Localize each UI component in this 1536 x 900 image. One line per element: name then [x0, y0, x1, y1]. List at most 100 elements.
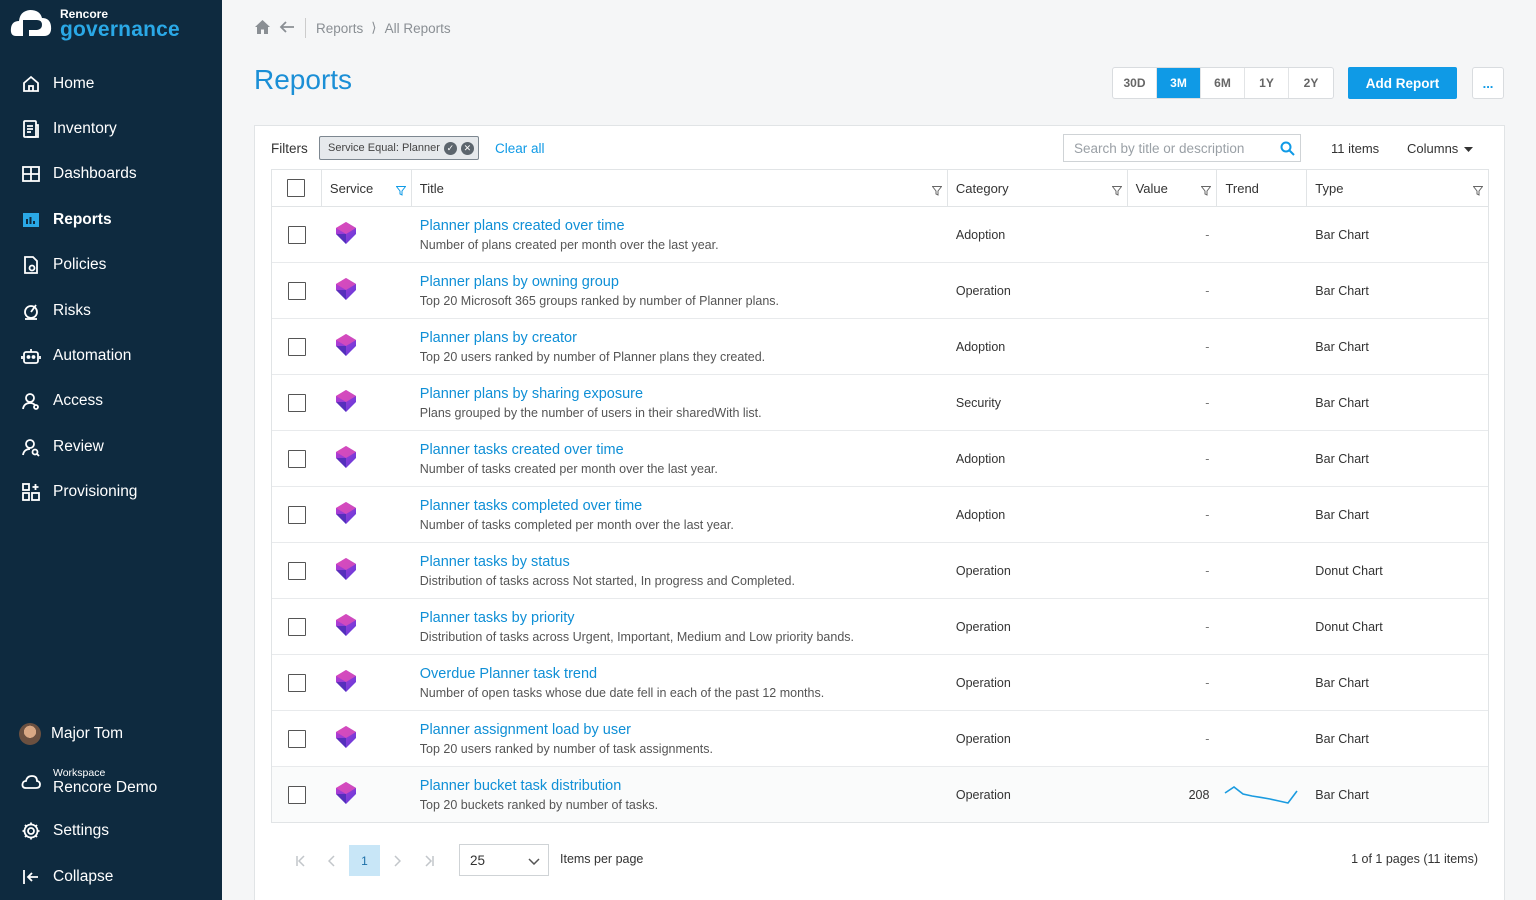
- add-report-button[interactable]: Add Report: [1348, 67, 1457, 99]
- range-30d-button[interactable]: 30D: [1113, 68, 1157, 98]
- row-checkbox[interactable]: [287, 785, 306, 804]
- close-icon[interactable]: ✕: [460, 141, 474, 155]
- table-row[interactable]: Overdue Planner task trend Number of open…: [272, 655, 1488, 711]
- back-arrow-icon[interactable]: [279, 20, 295, 37]
- report-title-link[interactable]: Planner plans by sharing exposure: [420, 386, 643, 402]
- last-page-icon[interactable]: [413, 845, 444, 876]
- sidebar-item-risks[interactable]: Risks: [0, 288, 222, 333]
- sidebar-item-dashboards[interactable]: Dashboards: [0, 152, 222, 197]
- row-checkbox[interactable]: [287, 617, 306, 636]
- row-checkbox[interactable]: [287, 561, 306, 580]
- range-3m-button[interactable]: 3M: [1157, 68, 1201, 98]
- table-row[interactable]: Planner tasks created over time Number of…: [272, 431, 1488, 487]
- sidebar-item-policies[interactable]: Policies: [0, 243, 222, 288]
- filter-icon[interactable]: [1472, 184, 1484, 199]
- table-row[interactable]: Planner plans created over time Number of…: [272, 207, 1488, 263]
- filter-icon[interactable]: [1200, 184, 1212, 199]
- report-title-link[interactable]: Planner tasks by status: [420, 554, 570, 570]
- report-title-link[interactable]: Planner tasks created over time: [420, 442, 624, 458]
- type-cell: Bar Chart: [1315, 339, 1369, 354]
- report-description: Number of plans created per month over t…: [419, 237, 719, 252]
- home-icon[interactable]: [254, 19, 271, 38]
- table-row[interactable]: Planner tasks by priority Distribution of…: [272, 599, 1488, 655]
- next-page-icon[interactable]: [382, 845, 413, 876]
- user-menu[interactable]: Major Tom: [0, 712, 222, 756]
- sidebar-item-review[interactable]: Review: [0, 424, 222, 469]
- trend-line: [1224, 785, 1299, 804]
- check-icon[interactable]: ✓: [443, 141, 457, 155]
- table-row[interactable]: Planner bucket task distribution Top 20 b…: [272, 767, 1488, 822]
- report-title-link[interactable]: Planner plans by owning group: [420, 274, 619, 290]
- table-row[interactable]: Planner plans by owning group Top 20 Micr…: [272, 263, 1488, 319]
- table-row[interactable]: Planner plans by sharing exposure Plans g…: [272, 375, 1488, 431]
- header-trend[interactable]: Trend: [1217, 170, 1308, 206]
- report-title-link[interactable]: Planner plans created over time: [420, 218, 625, 234]
- first-page-icon[interactable]: [285, 845, 316, 876]
- service-cell: [322, 375, 412, 430]
- filter-icon[interactable]: [1111, 184, 1123, 199]
- filter-icon[interactable]: [931, 184, 943, 199]
- more-options-button[interactable]: ...: [1472, 67, 1504, 99]
- collapse-button[interactable]: Collapse: [0, 854, 222, 900]
- page-number[interactable]: 1: [349, 845, 380, 876]
- brand-logo[interactable]: Rencore governance: [10, 6, 180, 42]
- table-row[interactable]: Planner plans by creator Top 20 users ran…: [272, 319, 1488, 375]
- items-count: 11 items: [1331, 141, 1380, 156]
- sidebar-item-inventory[interactable]: Inventory: [0, 106, 222, 151]
- type-cell: Donut Chart: [1315, 619, 1383, 634]
- report-title-link[interactable]: Overdue Planner task trend: [420, 666, 597, 682]
- planner-icon: [332, 275, 360, 306]
- workspace-switcher[interactable]: Workspace Rencore Demo: [0, 756, 222, 808]
- row-checkbox[interactable]: [287, 729, 306, 748]
- sidebar-item-provisioning[interactable]: Provisioning: [0, 470, 222, 515]
- row-checkbox[interactable]: [287, 393, 306, 412]
- planner-icon: [332, 499, 360, 530]
- clear-all-link[interactable]: Clear all: [495, 141, 545, 156]
- header-category[interactable]: Category: [948, 170, 1128, 206]
- filter-chip[interactable]: Service Equal: Planner ✓ ✕: [319, 136, 479, 160]
- sidebar-item-settings[interactable]: Settings: [0, 808, 222, 854]
- report-title-link[interactable]: Planner tasks completed over time: [420, 498, 642, 514]
- report-title-link[interactable]: Planner plans by creator: [420, 330, 577, 346]
- row-checkbox[interactable]: [287, 337, 306, 356]
- report-title-link[interactable]: Planner bucket task distribution: [420, 778, 622, 794]
- header-service[interactable]: Service: [322, 170, 412, 206]
- report-title-link[interactable]: Planner assignment load by user: [420, 722, 631, 738]
- row-checkbox[interactable]: [287, 673, 306, 692]
- header-label: Title: [419, 180, 444, 196]
- table-header: Service Title Category Value Trend Type: [272, 170, 1488, 207]
- sidebar-item-access[interactable]: Access: [0, 379, 222, 424]
- range-6m-button[interactable]: 6M: [1201, 68, 1245, 98]
- header-value[interactable]: Value: [1128, 170, 1218, 206]
- prev-page-icon[interactable]: [316, 845, 347, 876]
- title-cell: Planner plans by owning group Top 20 Micr…: [412, 263, 948, 318]
- workspace-name: Rencore Demo: [53, 779, 158, 797]
- breadcrumb: Reports ⟩ All Reports: [254, 18, 451, 38]
- sidebar-item-home[interactable]: Home: [0, 61, 222, 106]
- breadcrumb-reports[interactable]: Reports: [316, 21, 363, 36]
- cloud-icon: [21, 772, 41, 792]
- range-2y-button[interactable]: 2Y: [1289, 68, 1333, 98]
- header-title[interactable]: Title: [412, 170, 948, 206]
- row-checkbox[interactable]: [287, 281, 306, 300]
- range-1y-button[interactable]: 1Y: [1245, 68, 1289, 98]
- table-row[interactable]: Planner tasks completed over time Number …: [272, 487, 1488, 543]
- sidebar-item-automation[interactable]: Automation: [0, 333, 222, 378]
- report-description: Top 20 Microsoft 365 groups ranked by nu…: [419, 293, 780, 308]
- row-checkbox[interactable]: [287, 505, 306, 524]
- sidebar-item-reports[interactable]: Reports: [0, 197, 222, 242]
- table-row[interactable]: Planner tasks by status Distribution of t…: [272, 543, 1488, 599]
- header-type[interactable]: Type: [1307, 170, 1488, 206]
- items-per-page-select[interactable]: 25: [459, 844, 549, 876]
- search-input[interactable]: [1064, 140, 1274, 156]
- report-title-link[interactable]: Planner tasks by priority: [420, 610, 575, 626]
- search-icon[interactable]: [1274, 141, 1300, 156]
- filter-icon[interactable]: [395, 184, 407, 199]
- select-all-checkbox[interactable]: [287, 179, 306, 197]
- columns-button[interactable]: Columns: [1407, 141, 1474, 156]
- table-row[interactable]: Planner assignment load by user Top 20 us…: [272, 711, 1488, 767]
- trend-cell: [1217, 375, 1307, 430]
- row-checkbox[interactable]: [287, 225, 306, 244]
- header-label: Type: [1315, 180, 1344, 196]
- row-checkbox[interactable]: [287, 449, 306, 468]
